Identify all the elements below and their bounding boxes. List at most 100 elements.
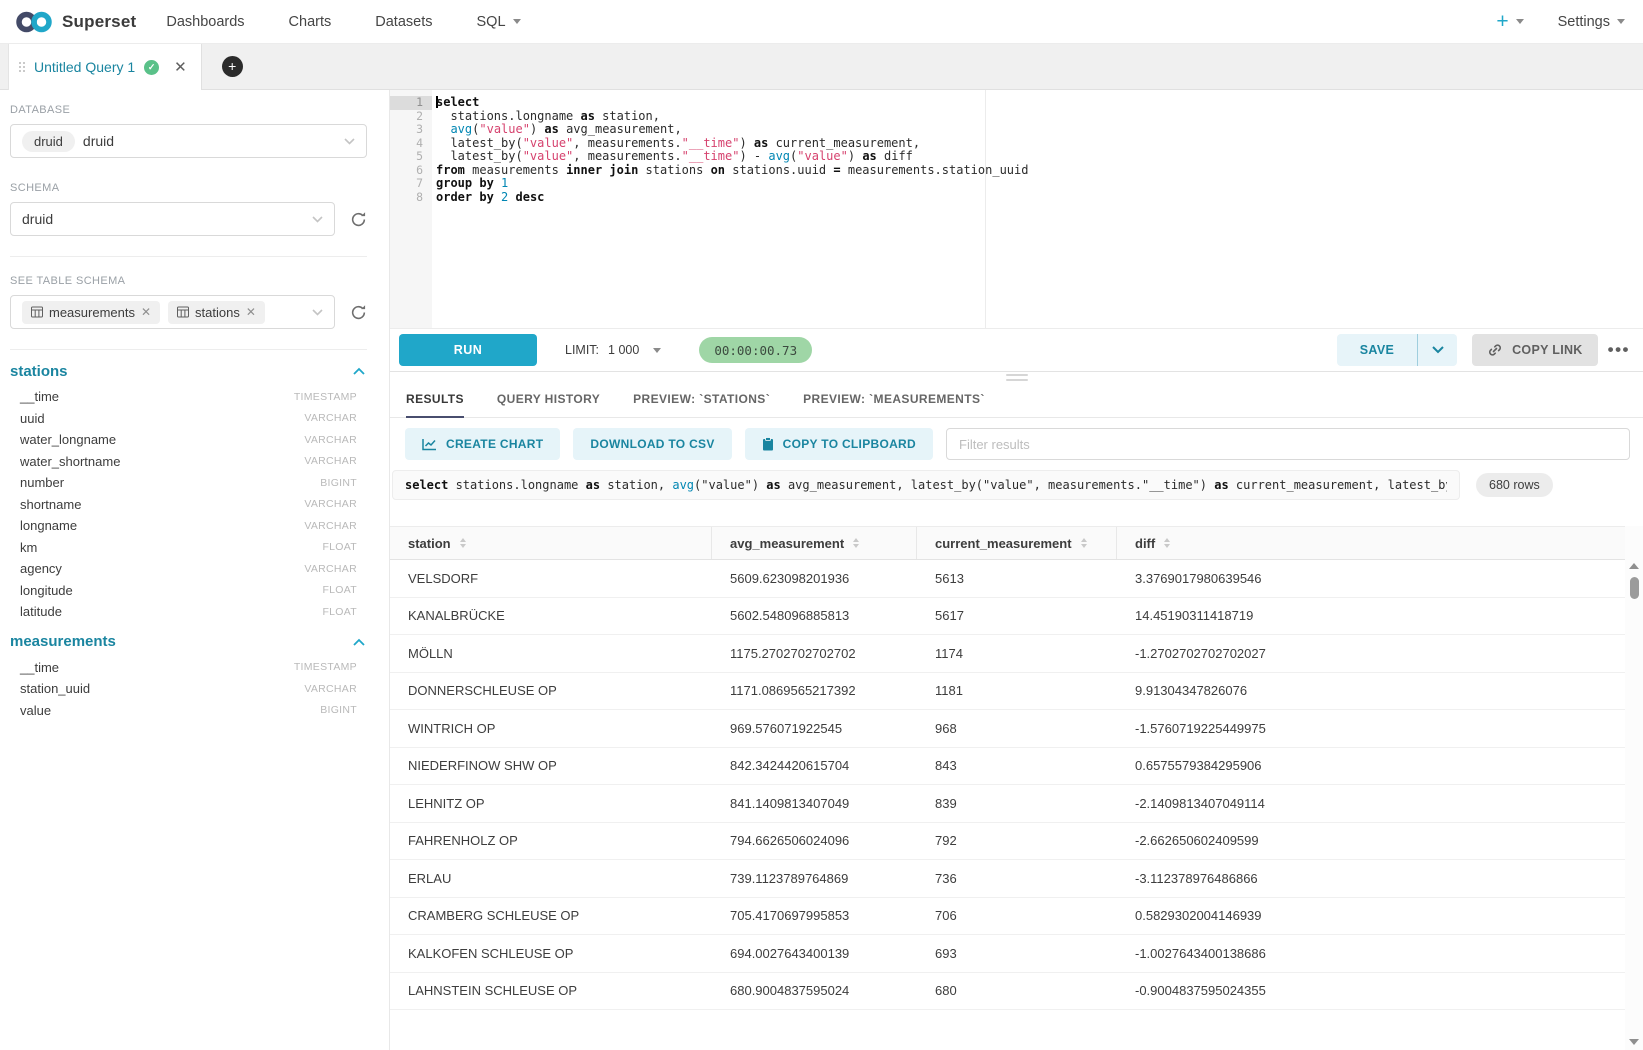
refresh-tables-button[interactable] — [350, 304, 367, 321]
table-cell: 706 — [917, 898, 1117, 935]
chevron-up-icon — [353, 638, 365, 646]
table-cell: -3.112378976486866 — [1117, 860, 1625, 897]
query-tab[interactable]: Untitled Query 1 ✓ ✕ — [8, 44, 202, 90]
remove-tag-icon[interactable]: ✕ — [141, 305, 151, 319]
column-header-station[interactable]: station — [390, 527, 712, 559]
create-chart-label: CREATE CHART — [446, 437, 543, 451]
column-header-diff[interactable]: diff — [1117, 527, 1625, 559]
editor-code-area[interactable]: select stations.longname as station, avg… — [432, 90, 1643, 328]
copy-clipboard-button[interactable]: COPY TO CLIPBOARD — [745, 428, 933, 460]
limit-dropdown[interactable]: LIMIT: 1 000 — [565, 343, 661, 357]
sql-token: station, — [595, 109, 660, 123]
refresh-icon — [350, 211, 367, 228]
main-area: DATABASE druid druid SCHEMA druid — [0, 90, 1643, 1050]
column-type: FLOAT — [322, 584, 357, 596]
download-csv-button[interactable]: DOWNLOAD TO CSV — [573, 428, 731, 460]
database-select[interactable]: druid druid — [10, 124, 367, 158]
chevron-down-icon — [653, 348, 661, 353]
results-table-header: station avg_measurement current_measurem… — [390, 526, 1625, 560]
refresh-schema-button[interactable] — [350, 211, 367, 228]
table-tag-measurements[interactable]: measurements ✕ — [22, 301, 160, 324]
sql-token: avg — [768, 149, 790, 163]
table-cell: 0.5829302004146939 — [1117, 898, 1625, 935]
sql-code-line: latest_by("value", measurements."__time"… — [436, 137, 1643, 151]
table-cell: 9.91304347826076 — [1117, 673, 1625, 710]
sql-token: as — [581, 109, 595, 123]
divider — [10, 256, 367, 257]
sql-token: inner join — [566, 163, 638, 177]
scroll-up-icon[interactable] — [1629, 563, 1639, 569]
drag-handle-icon — [19, 62, 25, 72]
table-cell: KALKOFEN SCHLEUSE OP — [390, 935, 712, 972]
column-header-current-measurement[interactable]: current_measurement — [917, 527, 1117, 559]
nav-charts[interactable]: Charts — [289, 14, 332, 30]
table-tag-stations[interactable]: stations ✕ — [168, 301, 265, 324]
query-preview-sql: select stations.longname as station, avg… — [405, 478, 1447, 492]
new-query-tab-button[interactable]: + — [222, 56, 243, 77]
superset-brand[interactable]: Superset — [14, 9, 136, 35]
plus-icon: + — [1496, 11, 1508, 32]
nav-datasets[interactable]: Datasets — [375, 14, 432, 30]
column-type: BIGINT — [320, 704, 357, 716]
vertical-scrollbar[interactable] — [1625, 526, 1643, 1050]
table-section-header-stations[interactable]: stations — [0, 356, 389, 386]
table-section-header-measurements[interactable]: measurements — [0, 627, 389, 657]
nav-sql-label: SQL — [477, 14, 506, 30]
sql-token — [508, 190, 515, 204]
create-chart-button[interactable]: CREATE CHART — [405, 428, 560, 460]
run-button[interactable]: RUN — [399, 334, 537, 366]
close-tab-icon[interactable]: ✕ — [174, 58, 187, 76]
save-options-button[interactable] — [1417, 334, 1457, 366]
sql-token: as — [544, 122, 558, 136]
line-number: 1 — [390, 96, 432, 110]
schema-label: SCHEMA — [10, 182, 367, 194]
chevron-down-icon — [513, 19, 521, 24]
table-schema-select[interactable]: measurements ✕ stations ✕ — [10, 295, 335, 329]
sql-code-line: latest_by("value", measurements."__time"… — [436, 150, 1643, 164]
table-cell: 839 — [917, 785, 1117, 822]
database-label: DATABASE — [10, 104, 367, 116]
chevron-down-icon — [344, 138, 355, 145]
tab-preview-measurements[interactable]: PREVIEW: `MEASUREMENTS` — [803, 382, 985, 418]
remove-tag-icon[interactable]: ✕ — [246, 305, 256, 319]
results-table-body: VELSDORF5609.62309820193656133.376901798… — [390, 560, 1625, 1010]
table-cell: VELSDORF — [390, 560, 712, 597]
top-nav: Superset Dashboards Charts Datasets SQL … — [0, 0, 1643, 44]
chevron-down-icon — [1617, 19, 1625, 24]
column-header-label: diff — [1135, 536, 1155, 551]
copy-link-button[interactable]: COPY LINK — [1472, 334, 1598, 366]
tab-preview-stations[interactable]: PREVIEW: `STATIONS` — [633, 382, 770, 418]
pane-resize-handle[interactable] — [390, 372, 1643, 382]
column-header-avg-measurement[interactable]: avg_measurement — [712, 527, 917, 559]
sql-token: station, — [600, 478, 672, 492]
results-table: station avg_measurement current_measurem… — [390, 526, 1643, 1050]
settings-menu[interactable]: Settings — [1558, 14, 1625, 30]
schema-column-row: water_longnameVARCHAR — [0, 429, 389, 451]
tab-query-history[interactable]: QUERY HISTORY — [497, 382, 600, 418]
more-options-button[interactable]: ••• — [1608, 340, 1630, 360]
nav-dashboards[interactable]: Dashboards — [166, 14, 244, 30]
table-cell: -0.9004837595024355 — [1117, 973, 1625, 1010]
line-number: 6 — [390, 164, 432, 178]
scrollbar-thumb[interactable] — [1630, 577, 1639, 599]
filter-results-input[interactable] — [946, 428, 1630, 460]
sql-code-line: select — [436, 96, 1643, 110]
table-cell: 1171.0869565217392 — [712, 673, 917, 710]
sql-token: ("value") — [694, 478, 766, 492]
sql-token: latest_by( — [436, 136, 523, 150]
copy-link-label: COPY LINK — [1512, 343, 1583, 357]
column-name: longname — [20, 518, 77, 533]
sql-token: "value" — [523, 136, 574, 150]
column-name: station_uuid — [20, 681, 90, 696]
schema-select[interactable]: druid — [10, 202, 335, 236]
save-button[interactable]: SAVE — [1337, 334, 1417, 366]
tab-results[interactable]: RESULTS — [406, 382, 464, 418]
new-item-menu[interactable]: + — [1496, 11, 1523, 32]
table-cell: 705.4170697995853 — [712, 898, 917, 935]
sql-token: ) - — [739, 149, 768, 163]
results-pane: RESULTS QUERY HISTORY PREVIEW: `STATIONS… — [390, 372, 1643, 1050]
sql-token: from — [436, 163, 465, 177]
table-cell: 14.45190311418719 — [1117, 598, 1625, 635]
scroll-down-icon[interactable] — [1629, 1039, 1639, 1045]
nav-sql[interactable]: SQL — [477, 14, 521, 30]
